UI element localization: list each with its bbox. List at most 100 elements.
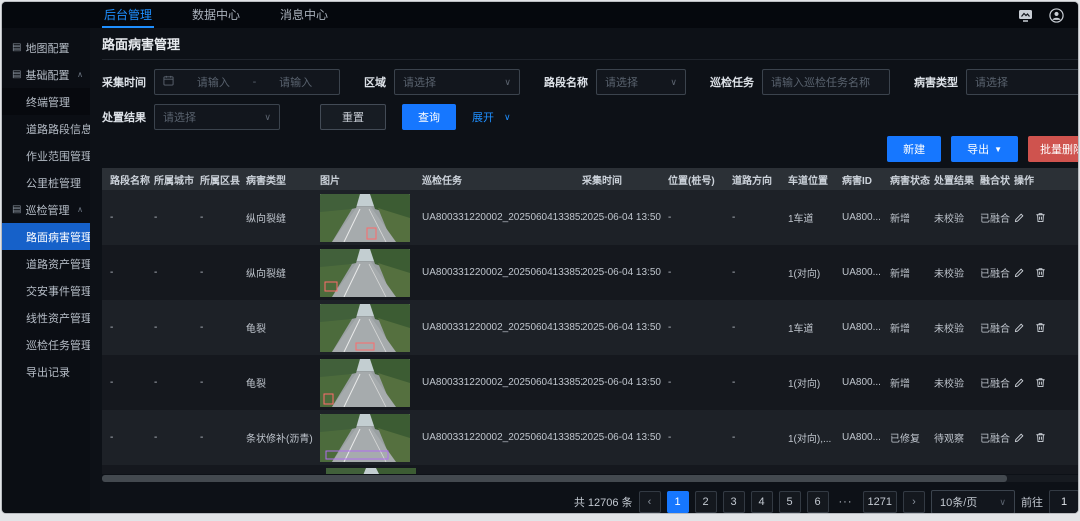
cell-stake-number: - [668, 267, 732, 278]
cell-city: - [154, 377, 200, 388]
page-button[interactable]: 6 [807, 491, 829, 513]
top-tab-1[interactable]: 后台管理 [102, 2, 154, 28]
page-button[interactable]: 4 [751, 491, 773, 513]
horizontal-scrollbar-thumb[interactable] [102, 475, 1007, 482]
cell-photo [320, 304, 422, 352]
top-tabs: 后台管理 数据中心 消息中心 [102, 2, 330, 28]
main-content: 路面病害管理 采集时间 请输入 - 请输入 [90, 28, 1078, 513]
edit-icon[interactable] [1014, 377, 1025, 388]
delete-icon[interactable] [1035, 432, 1046, 443]
road-photo-thumbnail[interactable] [320, 359, 410, 407]
page-button[interactable]: 1271 [863, 491, 897, 513]
region-select[interactable]: 请选择 ∨ [394, 69, 520, 95]
sidebar-item[interactable]: 终端管理 [2, 88, 90, 115]
prev-page-button[interactable]: ‹ [639, 491, 661, 513]
table-header: 路段名称所属城市所属区县病害类型图片巡检任务采集时间位置(桩号)道路方向车道位置… [102, 168, 1078, 190]
sidebar-item[interactable]: 道路路段信息 [2, 115, 90, 142]
table-row[interactable]: - - - 龟裂 UA800331220002_20250604 [102, 300, 1078, 355]
sidebar-item[interactable]: 交安事件管理 [2, 277, 90, 304]
top-tab-3[interactable]: 消息中心 [278, 2, 330, 28]
sidebar-menu: ▤地图配置▤基础配置∧终端管理道路路段信息作业范围管理公里桩管理▤巡检管理∧路面… [2, 28, 90, 513]
dispose-result-select[interactable]: 请选择 ∨ [154, 104, 280, 130]
disease-type-select[interactable]: 请选择 ∨ [966, 69, 1078, 95]
cell-stake-number: - [668, 212, 732, 223]
chevron-down-icon: ∨ [670, 77, 677, 88]
page-size-select[interactable]: 10条/页 ∨ [931, 490, 1015, 513]
chevron-down-icon: ∨ [264, 112, 271, 123]
expand-toggle[interactable]: 展开 ∨ [472, 109, 511, 125]
goto-page-input[interactable] [1049, 490, 1078, 513]
cell-county: - [200, 432, 246, 443]
user-avatar-icon[interactable] [1049, 8, 1064, 23]
delete-icon[interactable] [1035, 322, 1046, 333]
delete-icon[interactable] [1035, 377, 1046, 388]
cell-disease-id: UA800... [842, 322, 890, 333]
column-header: 巡检任务 [422, 172, 582, 187]
sidebar-item[interactable]: 道路资产管理 [2, 250, 90, 277]
delete-icon[interactable] [1035, 212, 1046, 223]
sidebar-item[interactable]: 路面病害管理 [2, 223, 90, 250]
sidebar-item[interactable]: ▤巡检管理∧ [2, 196, 90, 223]
cell-photo [320, 249, 422, 297]
task-name-input[interactable]: 请输入巡检任务名称 [762, 69, 890, 95]
page-button[interactable]: 3 [723, 491, 745, 513]
road-photo-thumbnail[interactable] [320, 194, 410, 242]
sidebar-item[interactable]: 作业范围管理 [2, 142, 90, 169]
table-body: - - - 纵向裂缝 UA800331220002_202506 [102, 190, 1078, 465]
cell-disease-type: 纵向裂缝 [246, 210, 320, 225]
goto-label: 前往 [1021, 494, 1043, 510]
search-button[interactable]: 查询 [402, 104, 456, 130]
create-button[interactable]: 新建 [887, 136, 941, 162]
road-photo-thumbnail[interactable] [320, 249, 410, 297]
document-icon: ▤ [12, 42, 21, 53]
edit-icon[interactable] [1014, 267, 1025, 278]
column-header: 处置结果 [934, 172, 980, 187]
edit-icon[interactable] [1014, 322, 1025, 333]
column-header: 图片 [320, 172, 422, 187]
chevron-down-icon: ∨ [999, 497, 1006, 508]
cell-city: - [154, 432, 200, 443]
road-photo-thumbnail[interactable] [320, 304, 410, 352]
road-name-select[interactable]: 请选择 ∨ [596, 69, 686, 95]
table-row[interactable]: - - - 条状修补(沥青) UA800331220002_20 [102, 410, 1078, 465]
next-page-button[interactable]: › [903, 491, 925, 513]
sidebar-item[interactable]: 线性资产管理 [2, 304, 90, 331]
top-tab-2[interactable]: 数据中心 [190, 2, 242, 28]
table-row[interactable]: - - - 纵向裂缝 UA800331220002_202506 [102, 245, 1078, 300]
cell-city: - [154, 267, 200, 278]
reset-button[interactable]: 重置 [320, 104, 386, 130]
sidebar-item[interactable]: 公里桩管理 [2, 169, 90, 196]
edit-icon[interactable] [1014, 432, 1025, 443]
edit-icon[interactable] [1014, 212, 1025, 223]
cell-lane-position: 1(对向) [788, 375, 842, 390]
column-header: 道路方向 [732, 172, 788, 187]
delete-icon[interactable] [1035, 267, 1046, 278]
collect-time-range-input[interactable]: 请输入 - 请输入 [154, 69, 340, 95]
table-row[interactable]: - - - 龟裂 UA800331220002_20250604 [102, 355, 1078, 410]
cell-disease-type: 龟裂 [246, 375, 320, 390]
cell-operations [1014, 432, 1062, 443]
page-button[interactable]: 5 [779, 491, 801, 513]
sidebar-item[interactable]: ▤地图配置 [2, 34, 90, 61]
region-label: 区域 [364, 74, 386, 90]
page-button[interactable]: 2 [695, 491, 717, 513]
column-header: 车道位置 [788, 172, 842, 187]
table-row[interactable]: - - - 纵向裂缝 UA800331220002_202506 [102, 190, 1078, 245]
collect-time-label: 采集时间 [102, 74, 146, 90]
cell-disease-type: 龟裂 [246, 320, 320, 335]
export-button[interactable]: 导出 ▼ [951, 136, 1018, 162]
cell-inspection-task: UA800331220002_20250604133852059 [422, 267, 582, 278]
cell-collect-time: 2025-06-04 13:50 [582, 322, 668, 333]
cell-road-direction: - [732, 267, 788, 278]
sidebar-item[interactable]: ▤基础配置∧ [2, 61, 90, 88]
sidebar-item[interactable]: 巡检任务管理 [2, 331, 90, 358]
sidebar-item[interactable]: 导出记录 [2, 358, 90, 385]
road-photo-thumbnail[interactable] [320, 414, 410, 462]
cell-inspection-task: UA800331220002_20250604133852059 [422, 377, 582, 388]
page-button[interactable]: 1 [667, 491, 689, 513]
pagination-ellipsis[interactable]: ··· [835, 491, 857, 513]
cell-photo [320, 359, 422, 407]
screen-monitor-icon[interactable] [1018, 9, 1033, 22]
cell-county: - [200, 377, 246, 388]
batch-delete-button[interactable]: 批量删除 [1028, 136, 1078, 162]
